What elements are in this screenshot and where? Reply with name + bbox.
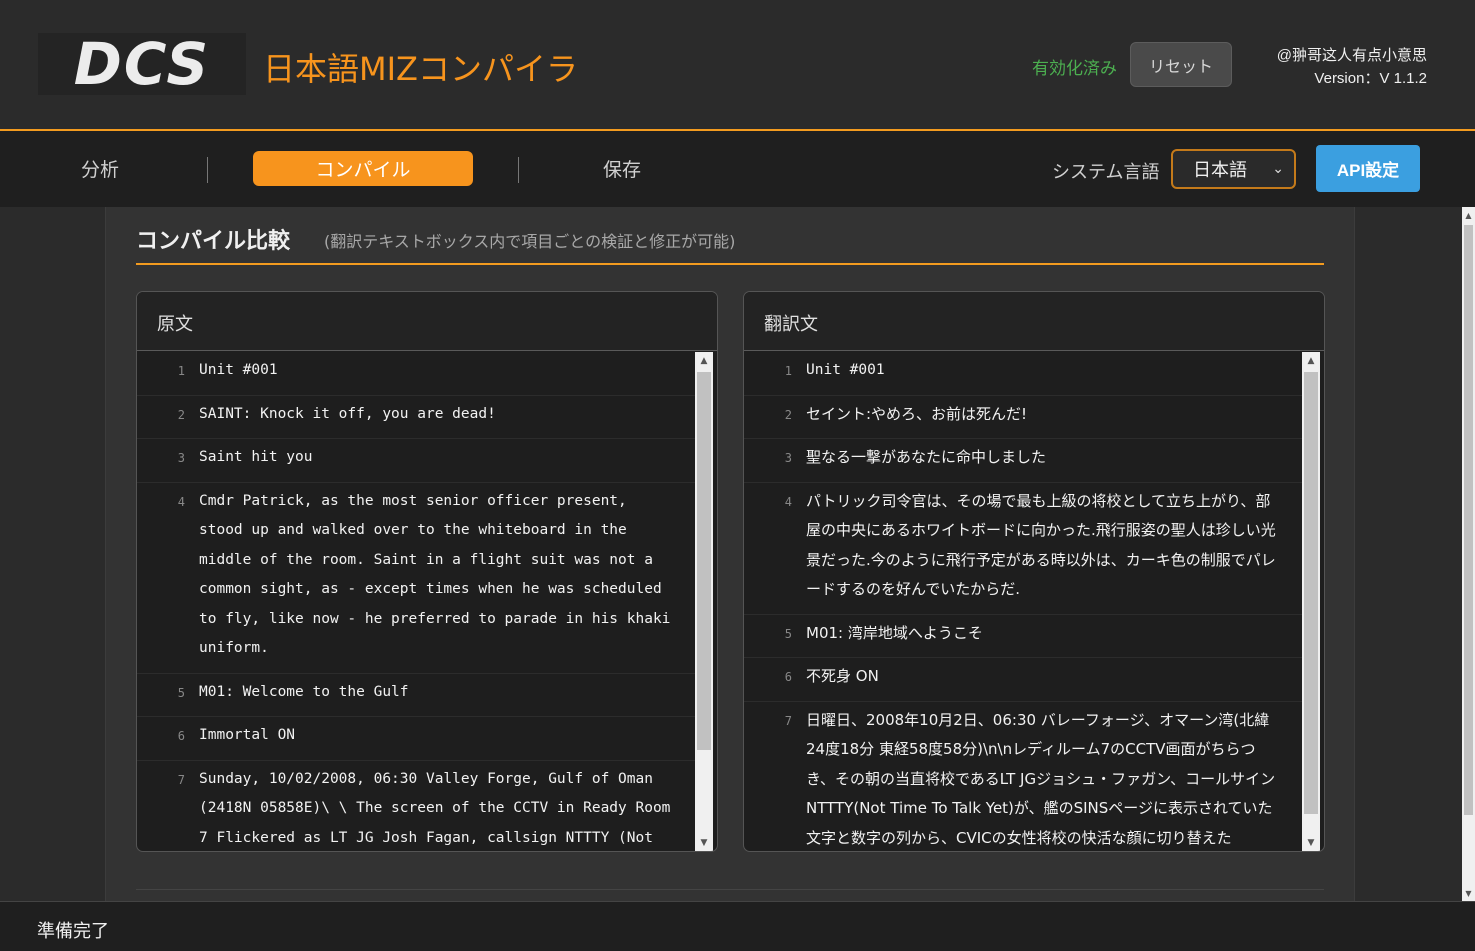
status-bar: 準備完了 <box>0 901 1475 951</box>
source-text-list[interactable]: 1 Unit #001 2 SAINT: Knock it off, you are… <box>137 352 695 852</box>
page-scrollbar[interactable]: ▲ ▼ <box>1462 207 1475 901</box>
list-item: 4 パトリック司令官は、その場で最も上級の将校として立ち上がり、部屋の中央にあるホ… <box>744 483 1302 615</box>
line-number: 2 <box>784 407 792 422</box>
author-info: @翀哥这人有点小意思 Version：V 1.1.2 <box>1277 44 1427 90</box>
line-number: 5 <box>177 685 185 700</box>
source-line: Immortal ON <box>199 727 296 743</box>
scroll-up-icon[interactable]: ▲ <box>695 352 713 370</box>
list-item: 1 Unit #001 <box>744 352 1302 396</box>
tab-save[interactable]: 保存 <box>603 155 641 182</box>
list-item: 3 聖なる一撃があなたに命中しました <box>744 439 1302 483</box>
system-language-label: システム言語 <box>1052 162 1160 183</box>
scroll-down-icon[interactable]: ▼ <box>695 834 713 851</box>
line-number: 4 <box>784 494 792 509</box>
line-number: 1 <box>177 364 185 378</box>
source-line: M01: Welcome to the Gulf <box>199 683 409 700</box>
line-number: 3 <box>177 451 185 465</box>
api-settings-button[interactable]: API設定 <box>1316 145 1420 192</box>
source-panel-title: 原文 <box>137 292 717 351</box>
scroll-thumb[interactable] <box>1304 372 1318 814</box>
source-line: SAINT: Knock it off, you are dead! <box>199 405 496 422</box>
scroll-down-icon[interactable]: ▼ <box>1302 834 1320 851</box>
language-value: 日本語 <box>1193 160 1247 181</box>
author-name: @翀哥这人有点小意思 <box>1276 47 1427 64</box>
activation-status: 有効化済み <box>1032 59 1117 79</box>
line-number: 6 <box>784 670 792 684</box>
section-bottom-divider <box>136 889 1324 890</box>
scroll-up-icon[interactable]: ▲ <box>1302 352 1320 370</box>
translation-line[interactable]: 聖なる一撃があなたに命中しました <box>806 443 1302 473</box>
source-panel: 原文 1 Unit #001 2 SAINT: Knock it off, you … <box>136 291 718 852</box>
line-number: 5 <box>784 626 792 641</box>
line-number: 3 <box>784 451 792 465</box>
logo-text: DCS <box>73 30 211 98</box>
source-scrollbar[interactable]: ▲ ▼ <box>695 352 713 851</box>
scroll-up-icon[interactable]: ▲ <box>1462 207 1475 223</box>
nav-divider <box>207 157 208 183</box>
dcs-logo: DCS <box>38 30 246 98</box>
translation-panel-title: 翻訳文 <box>744 292 1324 351</box>
app-title: 日本語MIZコンパイラ <box>263 50 578 88</box>
main-nav: 分析 コンパイル 保存 システム言語 日本語 ⌄ API設定 <box>0 131 1475 207</box>
translation-line[interactable]: Unit #001 <box>806 356 1302 386</box>
translation-text-list[interactable]: 1 Unit #001 2 セイント:やめろ、お前は死んだ! 3 聖なる一撃があなたに… <box>744 352 1302 852</box>
app-header: DCS 日本語MIZコンパイラ 有効化済み リセット @翀哥这人有点小意思 Ve… <box>0 0 1475 131</box>
translation-panel: 翻訳文 1 Unit #001 2 セイント:やめろ、お前は死んだ! 3 聖なる一撃が… <box>743 291 1325 852</box>
list-item: 2 SAINT: Knock it off, you are dead! <box>137 396 695 439</box>
reset-button[interactable]: リセット <box>1130 42 1232 87</box>
section-divider <box>136 263 1324 265</box>
compile-section: コンパイル比較 (翻訳テキストボックス内で項目ごとの検証と修正が可能) 原文 1… <box>105 207 1355 901</box>
status-text: 準備完了 <box>37 921 109 942</box>
line-number: 7 <box>784 713 792 728</box>
nav-divider <box>518 157 519 183</box>
system-language-select[interactable]: 日本語 ⌄ <box>1171 149 1296 189</box>
source-line: Unit #001 <box>199 362 278 378</box>
translation-line[interactable]: M01: 湾岸地域へようこそ <box>806 619 1302 649</box>
line-number: 1 <box>784 364 792 378</box>
line-number: 4 <box>177 494 185 509</box>
list-item: 5 M01: 湾岸地域へようこそ <box>744 615 1302 658</box>
list-item: 6 不死身 ON <box>744 658 1302 702</box>
source-line: Sunday, 10/02/2008, 06:30 Valley Forge, … <box>199 770 671 846</box>
translation-line[interactable]: セイント:やめろ、お前は死んだ! <box>806 400 1302 430</box>
translation-line[interactable]: 不死身 ON <box>806 662 1302 692</box>
line-number: 2 <box>177 407 185 422</box>
list-item: 2 セイント:やめろ、お前は死んだ! <box>744 396 1302 439</box>
list-item: 4 Cmdr Patrick, as the most senior office… <box>137 483 695 674</box>
tab-compile[interactable]: コンパイル <box>253 151 473 186</box>
list-item: 5 M01: Welcome to the Gulf <box>137 674 695 717</box>
scroll-thumb[interactable] <box>697 372 711 750</box>
scroll-thumb[interactable] <box>1464 225 1473 815</box>
translation-line[interactable]: パトリック司令官は、その場で最も上級の将校として立ち上がり、部屋の中央にあるホワ… <box>806 487 1302 605</box>
list-item: 1 Unit #001 <box>137 352 695 396</box>
section-subtitle: (翻訳テキストボックス内で項目ごとの検証と修正が可能) <box>324 232 736 251</box>
scroll-down-icon[interactable]: ▼ <box>1462 885 1475 901</box>
line-number: 6 <box>177 729 185 743</box>
line-number: 7 <box>177 772 185 787</box>
source-line: Saint hit you <box>199 449 313 465</box>
version-label: Version：V 1.1.2 <box>1314 70 1427 87</box>
section-title: コンパイル比較 <box>136 229 291 254</box>
chevron-down-icon: ⌄ <box>1272 161 1284 177</box>
list-item: 7 Sunday, 10/02/2008, 06:30 Valley Forge,… <box>137 761 695 852</box>
list-item: 3 Saint hit you <box>137 439 695 483</box>
tab-analyze[interactable]: 分析 <box>81 155 119 182</box>
list-item: 6 Immortal ON <box>137 717 695 761</box>
translation-line[interactable]: 日曜日、2008年10月2日、06:30 バレーフォージ、オマーン湾(北緯24度… <box>806 706 1302 852</box>
translation-scrollbar[interactable]: ▲ ▼ <box>1302 352 1320 851</box>
source-line: Cmdr Patrick, as the most senior officer… <box>199 492 680 657</box>
list-item: 7 日曜日、2008年10月2日、06:30 バレーフォージ、オマーン湾(北緯24… <box>744 702 1302 852</box>
